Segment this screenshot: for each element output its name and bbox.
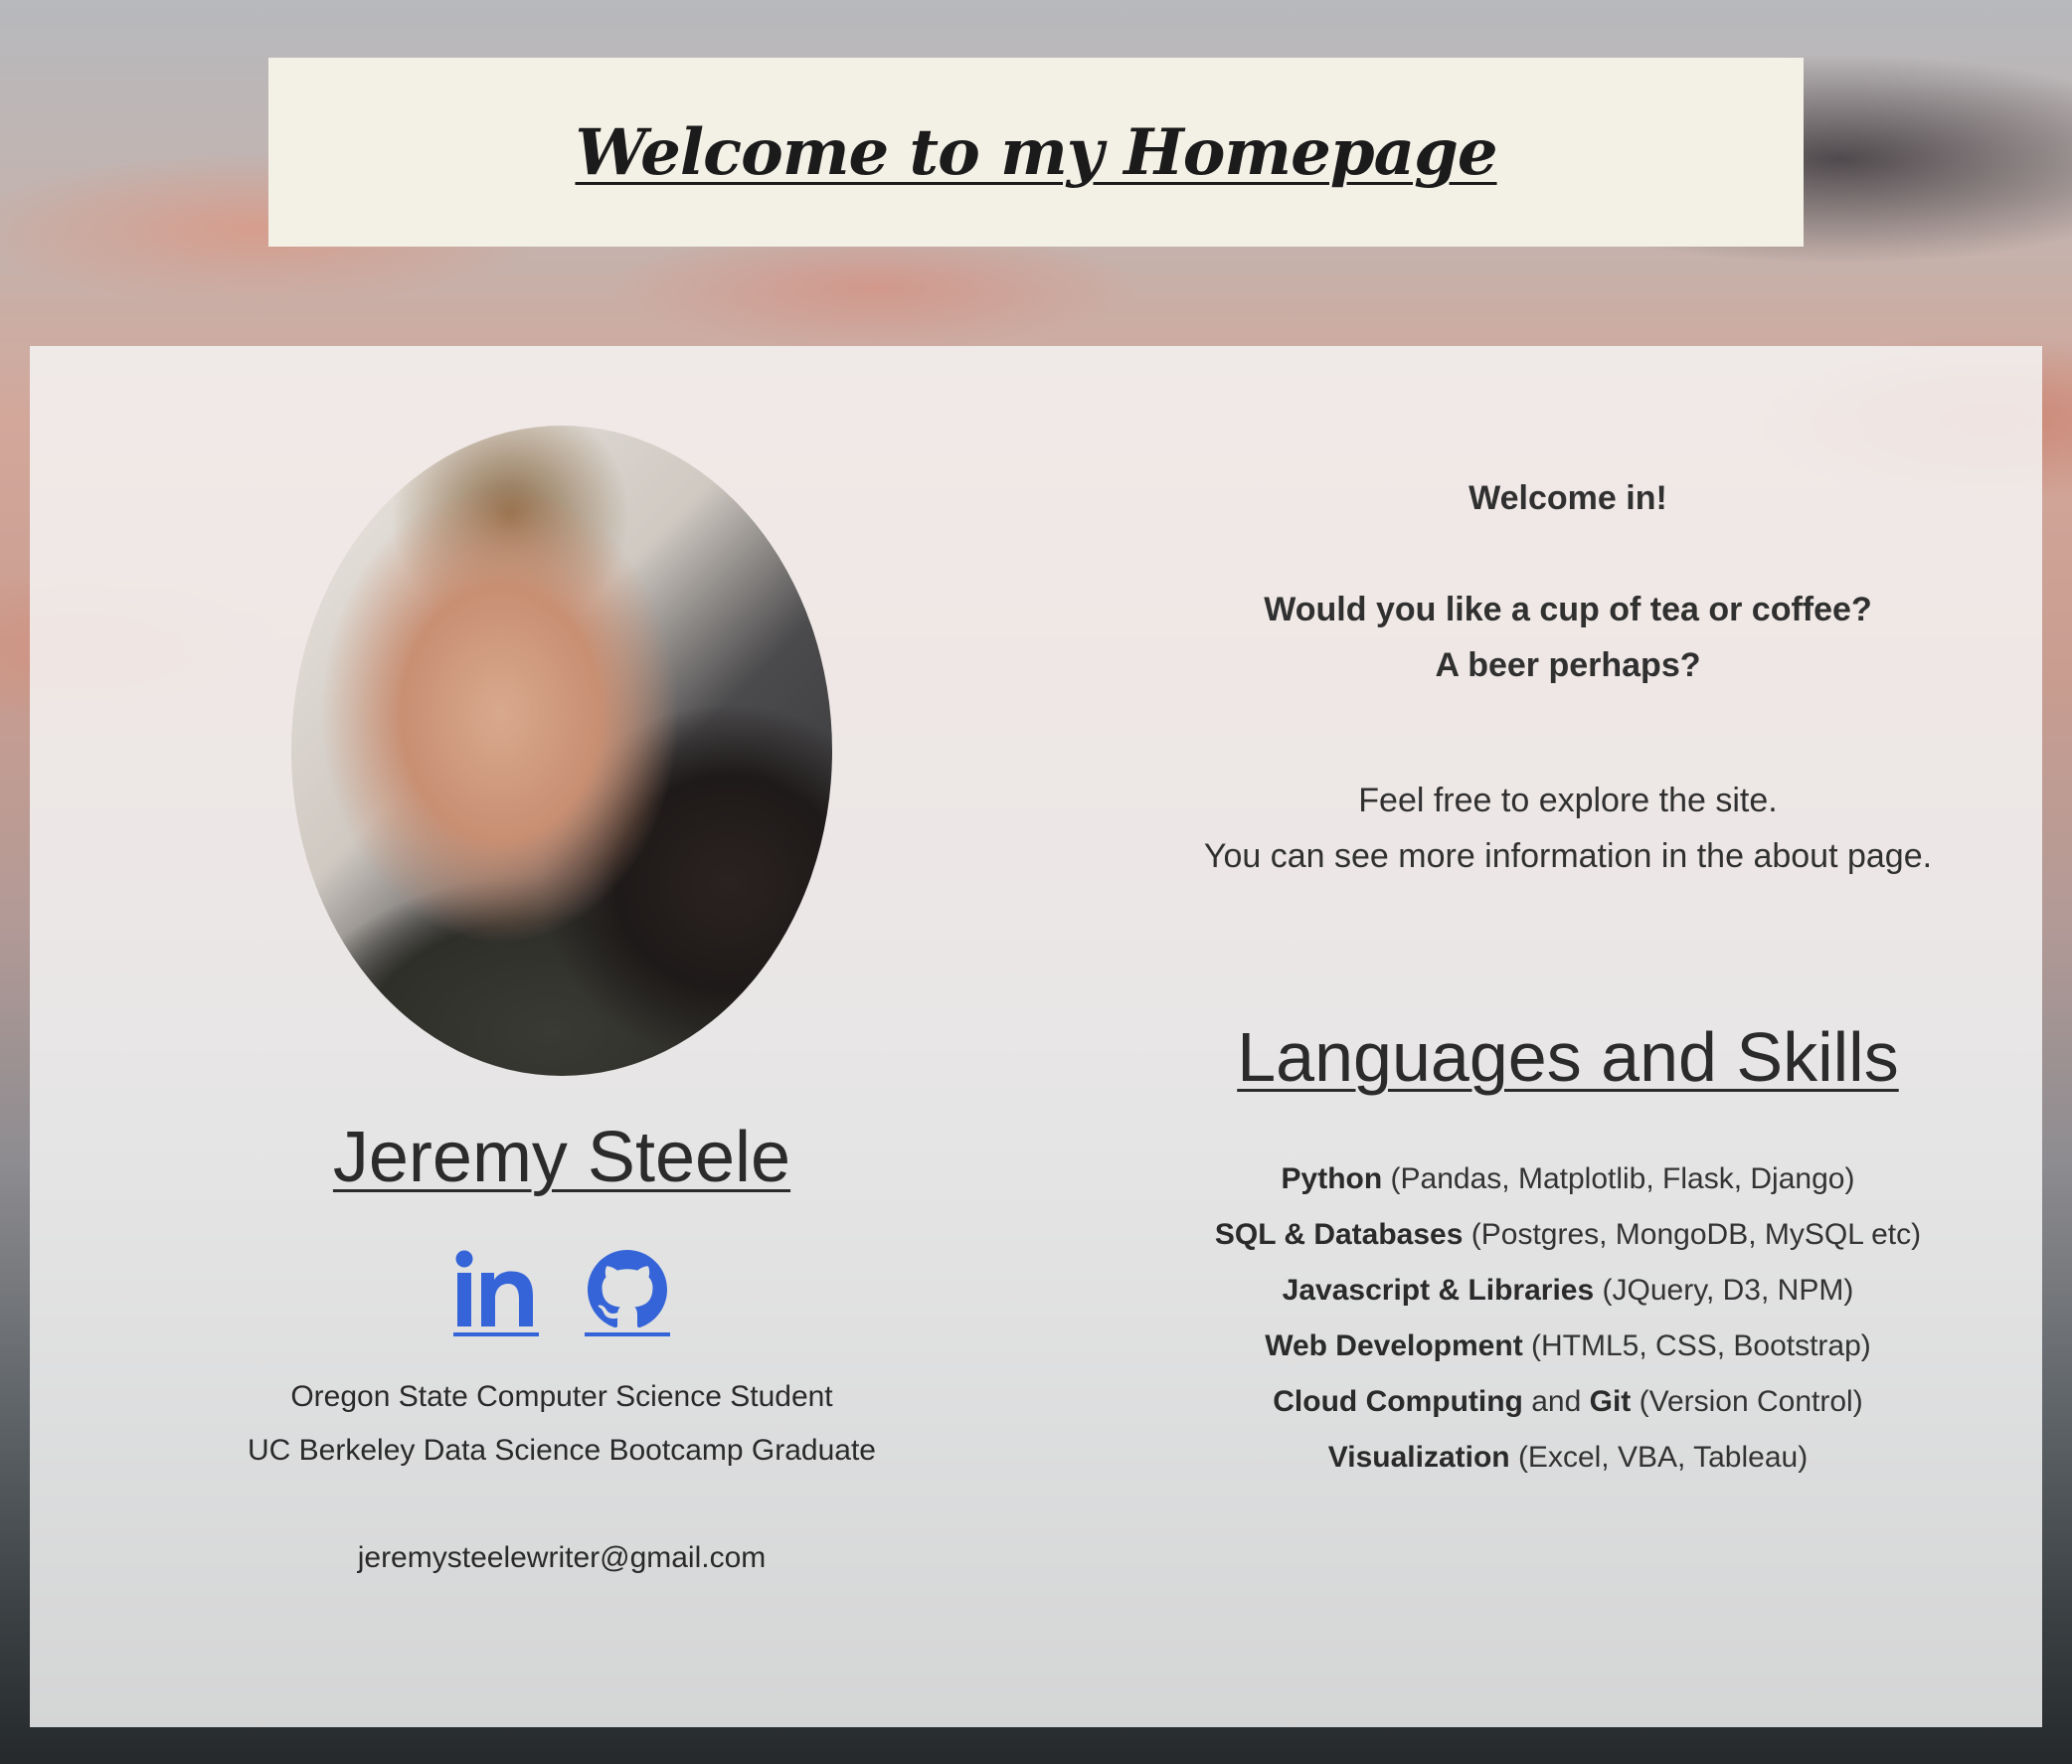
skill-detail: (Excel, VBA, Tableau) <box>1509 1441 1809 1474</box>
skill-detail: (Postgres, MongoDB, MySQL etc) <box>1463 1218 1922 1251</box>
skills-title: Languages and Skills <box>1237 1018 1899 1096</box>
skill-detail: (Version Control) <box>1631 1385 1863 1418</box>
skill-connector: and <box>1522 1385 1590 1418</box>
explore-line-2: You can see more information in the abou… <box>1203 837 1933 875</box>
skill-item-python: Python (Pandas, Matplotlib, Flask, Djang… <box>1094 1151 2042 1207</box>
email-text[interactable]: jeremysteelewriter@gmail.com <box>30 1541 1094 1575</box>
profile-column: Jeremy Steele Oregon State Computer Scie… <box>30 346 1094 1727</box>
info-column: Welcome in! Would you like a cup of tea … <box>1094 346 2042 1727</box>
main-card: Jeremy Steele Oregon State Computer Scie… <box>30 346 2042 1727</box>
social-links <box>30 1247 1094 1336</box>
header-banner: Welcome to my Homepage <box>268 58 1804 247</box>
skill-item-web-development: Web Development (HTML5, CSS, Bootstrap) <box>1094 1319 2042 1374</box>
skill-name: Cloud Computing <box>1273 1385 1523 1418</box>
skills-list: Python (Pandas, Matplotlib, Flask, Djang… <box>1094 1151 2042 1486</box>
skill-detail: (JQuery, D3, NPM) <box>1594 1274 1854 1307</box>
welcome-greeting: Welcome in! <box>1468 479 1667 517</box>
skill-name-secondary: Git <box>1589 1385 1632 1418</box>
skill-detail: (Pandas, Matplotlib, Flask, Django) <box>1382 1162 1855 1195</box>
skill-name: Javascript & Libraries <box>1282 1274 1595 1307</box>
skill-name: Visualization <box>1327 1441 1510 1474</box>
profile-photo <box>291 426 832 1076</box>
skill-item-sql: SQL & Databases (Postgres, MongoDB, MySQ… <box>1094 1207 2042 1263</box>
explore-line-1: Feel free to explore the site. <box>1358 782 1778 819</box>
github-link[interactable] <box>585 1247 670 1336</box>
education-line-2: UC Berkeley Data Science Bootcamp Gradua… <box>248 1434 876 1467</box>
skill-name: Web Development <box>1265 1329 1523 1362</box>
linkedin-icon <box>455 1250 533 1326</box>
skill-item-javascript: Javascript & Libraries (JQuery, D3, NPM) <box>1094 1263 2042 1319</box>
education-line-1: Oregon State Computer Science Student <box>290 1380 833 1413</box>
skill-item-visualization: Visualization (Excel, VBA, Tableau) <box>1094 1430 2042 1486</box>
skill-detail: (HTML5, CSS, Bootstrap) <box>1522 1329 1871 1362</box>
github-icon <box>588 1250 667 1328</box>
welcome-question-1: Would you like a cup of tea or coffee? <box>1264 591 1872 628</box>
profile-name: Jeremy Steele <box>332 1118 791 1197</box>
skill-name: SQL & Databases <box>1214 1218 1464 1251</box>
page-title: Welcome to my Homepage <box>575 114 1497 190</box>
skill-item-cloud-git: Cloud Computing and Git (Version Control… <box>1094 1374 2042 1430</box>
skill-name: Python <box>1281 1162 1383 1195</box>
welcome-question-2: A beer perhaps? <box>1435 646 1701 684</box>
linkedin-link[interactable] <box>453 1247 539 1336</box>
